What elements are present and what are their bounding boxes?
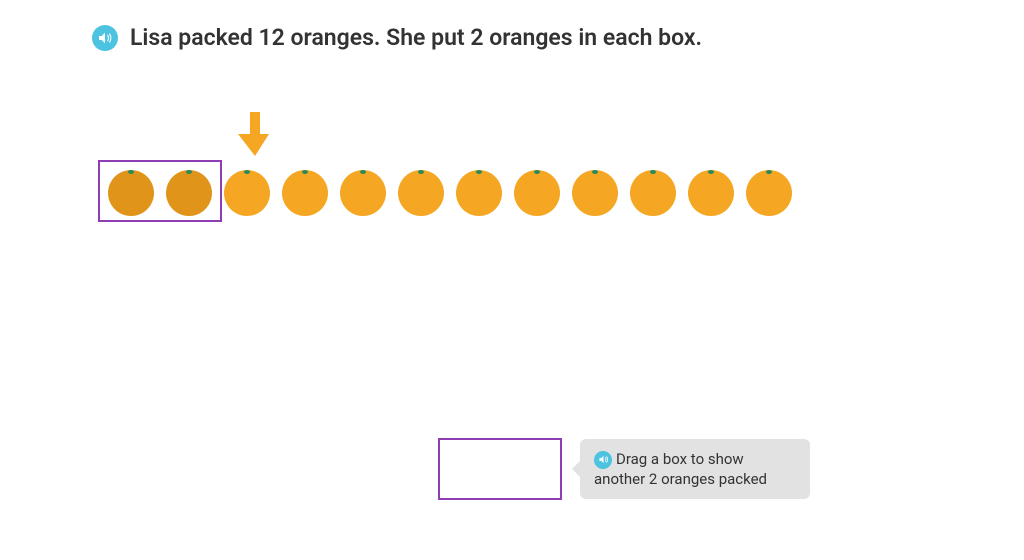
audio-play-button-hint[interactable]: [594, 451, 612, 469]
orange-item: [280, 166, 330, 216]
orange-item: [686, 166, 736, 216]
arrow-indicator: [238, 112, 272, 160]
question-prompt: Lisa packed 12 oranges. She put 2 orange…: [92, 24, 702, 51]
hint-text: Drag a box to show another 2 oranges pac…: [594, 450, 767, 488]
draggable-box[interactable]: [438, 438, 562, 500]
drag-area: Drag a box to show another 2 oranges pac…: [438, 438, 810, 500]
speaker-icon: [97, 30, 113, 46]
orange-item: [106, 166, 156, 216]
audio-play-button[interactable]: [92, 25, 118, 51]
orange-item: [164, 166, 214, 216]
orange-item: [222, 166, 272, 216]
hint-bubble: Drag a box to show another 2 oranges pac…: [580, 439, 810, 500]
orange-item: [454, 166, 504, 216]
orange-item: [396, 166, 446, 216]
orange-item: [744, 166, 794, 216]
speaker-icon: [598, 454, 609, 465]
orange-item: [570, 166, 620, 216]
arrow-down-icon: [238, 112, 272, 156]
orange-item: [628, 166, 678, 216]
orange-item: [512, 166, 562, 216]
prompt-text: Lisa packed 12 oranges. She put 2 orange…: [130, 24, 702, 51]
orange-item: [338, 166, 388, 216]
oranges-row: [102, 166, 798, 216]
